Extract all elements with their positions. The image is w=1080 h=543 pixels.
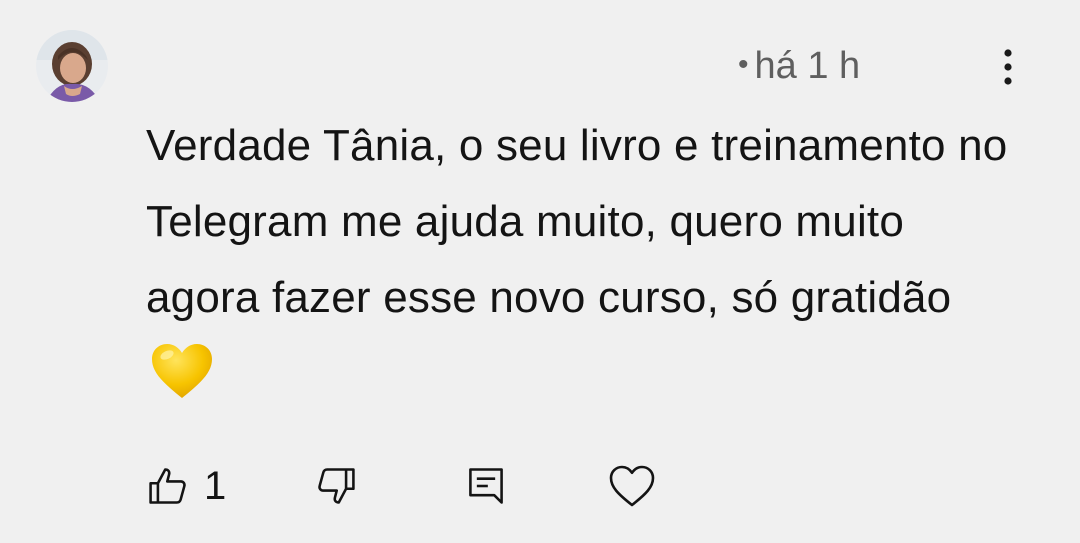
thumbs-up-icon <box>149 468 186 504</box>
comment-actions: 1 <box>0 456 1080 516</box>
comment-meta: • há 1 h <box>738 42 860 89</box>
comment-timestamp: há 1 h <box>754 45 861 87</box>
heart-outline-icon <box>609 465 655 507</box>
more-options-button[interactable] <box>988 44 1028 90</box>
comment-item: • há 1 h Verdade Tânia, o seu livro e tre… <box>0 0 1080 543</box>
heart-button[interactable] <box>608 456 656 516</box>
comment-text: Verdade Tânia, o seu livro e treinamento… <box>146 108 1026 412</box>
dislike-button[interactable] <box>314 456 358 516</box>
like-count: 1 <box>204 464 227 508</box>
comment-body: Verdade Tânia, o seu livro e treinamento… <box>146 121 1008 322</box>
yellow-heart-icon <box>152 344 212 398</box>
avatar[interactable] <box>36 30 108 102</box>
like-button[interactable]: 1 <box>146 456 226 516</box>
more-vert-icon <box>1004 49 1012 85</box>
avatar-photo <box>36 30 108 102</box>
meta-separator: • <box>738 48 749 81</box>
reply-button[interactable] <box>464 456 508 516</box>
thumbs-down-icon <box>318 468 355 504</box>
reply-comment-icon <box>469 468 503 504</box>
